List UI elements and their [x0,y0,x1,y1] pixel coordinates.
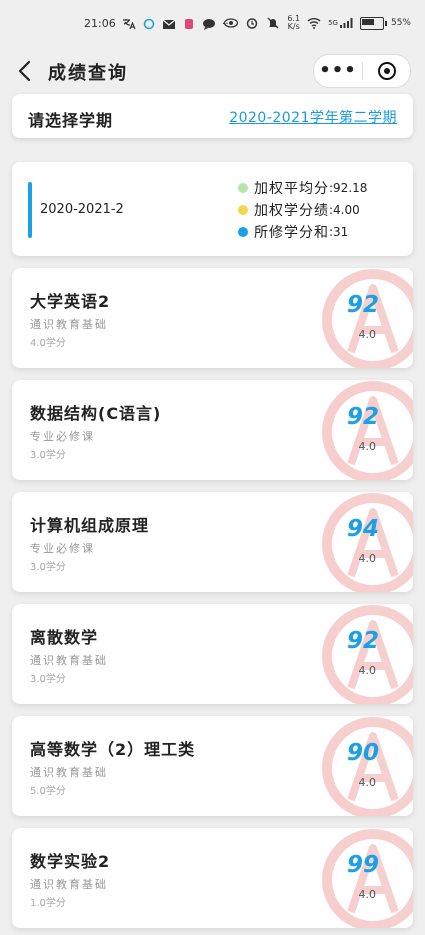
course-credit: 1.0学分 [30,898,66,909]
course-name: 离散数学 [30,628,99,647]
course-name: 数据结构(C语言) [30,404,162,423]
back-arrow-icon[interactable] [14,58,38,84]
course-gpa: 4.0 [358,328,377,341]
summary-term: 2020-2021-2 [40,202,124,217]
blue-dot-icon [238,227,248,237]
eye-icon [224,18,239,28]
navigation-bar: 成绩查询 ••• [0,50,425,92]
stat-weighted-average: 加权平均分 :92.18 [238,177,367,199]
stat-label: 加权学分绩 [254,203,329,219]
grade-a-stamp-icon [322,605,413,704]
close-mini-program-button[interactable] [363,62,410,80]
stat-label: 加权平均分 [254,181,329,197]
translate-icon [122,18,136,29]
status-bar: 21:06 ··· 6.1 K/s 5G 55% [0,0,425,50]
course-gpa: 4.0 [358,552,377,565]
course-credit: 3.0学分 [30,450,66,461]
yellow-dot-icon [238,205,248,215]
chat-icon [202,18,215,30]
course-gpa: 4.0 [358,888,377,901]
stat-value: :4.00 [329,203,360,217]
target-icon [377,62,396,80]
course-score: 92 [346,292,379,318]
grade-a-stamp-icon [322,493,413,592]
course-type: 通识教育基础 [30,766,108,779]
course-card[interactable]: 离散数学 通识教育基础 3.0学分 92 4.0 [12,604,413,704]
course-type: 通识教育基础 [30,654,108,667]
course-name: 数学实验2 [30,852,111,871]
course-score: 94 [346,516,379,542]
course-credit: 5.0学分 [30,786,66,797]
term-selector-value[interactable]: 2020-2021学年第二学期 [229,107,397,127]
sync-icon [143,18,154,29]
summary-accent-bar [28,182,32,238]
course-credit: 3.0学分 [30,562,66,573]
more-menu-icon[interactable]: ••• [314,56,362,86]
course-score: 92 [346,404,379,430]
course-type: 专业必修课 [30,430,95,443]
term-selector[interactable]: 请选择学期 2020-2021学年第二学期 [12,94,413,138]
grade-a-stamp-icon [322,829,413,928]
course-score: 92 [346,628,379,654]
course-credit: 3.0学分 [30,674,66,685]
course-type: 专业必修课 [30,542,95,555]
term-selector-label: 请选择学期 [28,111,114,130]
course-card[interactable]: 数据结构(C语言) 专业必修课 3.0学分 92 4.0 [12,380,413,480]
course-gpa: 4.0 [358,776,377,789]
course-score: 99 [346,852,379,878]
grade-a-stamp-icon [322,717,413,816]
course-credit: 4.0学分 [30,338,66,349]
status-right: 6.1 K/s 5G 55% [224,15,411,31]
stat-weighted-gpa: 加权学分绩 :4.00 [238,199,367,221]
mute-icon [267,17,279,29]
course-name: 大学英语2 [30,292,111,311]
course-score: 90 [346,740,379,766]
mail-icon [162,19,176,29]
grade-a-stamp-icon [322,381,413,480]
course-name: 高等数学（2）理工类 [30,740,196,759]
signal-bars-icon [339,18,353,28]
summary-stats: 加权平均分 :92.18 加权学分绩 :4.00 所修学分和 :31 [238,177,367,243]
stat-label: 所修学分和 [254,225,329,241]
app-icon [184,18,193,29]
course-type: 通识教育基础 [30,878,108,891]
course-gpa: 4.0 [358,440,377,453]
grade-a-stamp-icon [322,269,413,368]
stat-value: :31 [329,225,349,239]
mini-program-capsule: ••• [313,54,411,88]
course-card[interactable]: 大学英语2 通识教育基础 4.0学分 92 4.0 [12,268,413,368]
stat-value: :92.18 [329,181,368,195]
course-card[interactable]: 高等数学（2）理工类 通识教育基础 5.0学分 90 4.0 [12,716,413,816]
green-dot-icon [238,183,248,193]
stat-total-credits: 所修学分和 :31 [238,221,367,243]
course-card[interactable]: 数学实验2 通识教育基础 1.0学分 99 4.0 [12,828,413,928]
course-card[interactable]: 计算机组成原理 专业必修课 3.0学分 94 4.0 [12,492,413,592]
signal-label: 5G [328,19,338,27]
battery-icon [359,16,387,30]
battery-percent: 55% [390,18,411,28]
course-name: 计算机组成原理 [30,516,150,535]
status-time: 21:06 [84,17,116,30]
wifi-icon [307,18,321,29]
course-gpa: 4.0 [358,664,377,677]
page-title: 成绩查询 [48,63,128,84]
course-type: 通识教育基础 [30,318,108,331]
summary-card: 2020-2021-2 加权平均分 :92.18 加权学分绩 :4.00 所修学… [12,162,413,256]
status-left: 21:06 ··· [84,17,232,30]
network-speed: 6.1 K/s [287,14,301,31]
alarm-icon [247,18,258,29]
